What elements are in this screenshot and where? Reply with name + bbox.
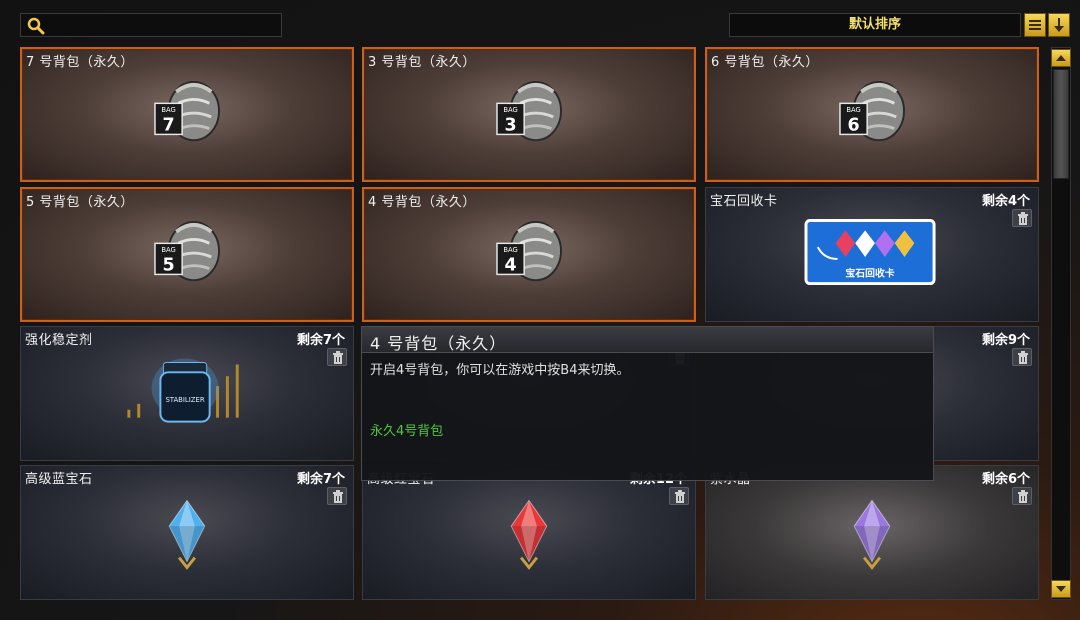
bag-number-label: 5 bbox=[162, 256, 174, 276]
item-count: 剩余9个 bbox=[981, 333, 1030, 348]
trash-icon bbox=[675, 490, 685, 503]
trash-icon bbox=[1018, 212, 1028, 225]
delete-button[interactable] bbox=[669, 487, 689, 505]
item-name: 7 号背包（永久） bbox=[26, 55, 134, 70]
scrollbar-thumb[interactable] bbox=[1053, 69, 1069, 179]
item-count: 剩余7个 bbox=[296, 333, 345, 348]
list-icon bbox=[1029, 20, 1041, 30]
item-name: 宝石回收卡 bbox=[710, 194, 778, 209]
sort-down-icon bbox=[1054, 18, 1064, 32]
item-tooltip: 4 号背包（永久） 开启4号背包，你可以在游戏中按B4来切换。 永久4号背包 bbox=[361, 326, 934, 481]
item-card[interactable]: BAG 6 6 号背包（永久） bbox=[705, 47, 1039, 182]
item-name: 6 号背包（永久） bbox=[711, 55, 819, 70]
item-count: 剩余7个 bbox=[296, 472, 345, 487]
trash-icon bbox=[1018, 490, 1028, 503]
sort-order-button[interactable] bbox=[1048, 13, 1070, 37]
item-name: 高级蓝宝石 bbox=[25, 472, 93, 487]
search-input[interactable] bbox=[20, 13, 282, 37]
trash-icon bbox=[1018, 351, 1028, 364]
delete-button[interactable] bbox=[327, 348, 347, 366]
delete-button[interactable] bbox=[327, 487, 347, 505]
tooltip-duration: 永久4号背包 bbox=[370, 424, 444, 439]
jar-label: STABILIZER bbox=[165, 396, 204, 404]
bag-number-label: 3 bbox=[504, 116, 516, 136]
item-card[interactable]: 高级红宝石剩余12个 bbox=[362, 465, 696, 600]
item-count: 剩余4个 bbox=[981, 194, 1030, 209]
svg-text:BAG: BAG bbox=[503, 246, 517, 254]
svg-text:BAG: BAG bbox=[161, 246, 175, 254]
item-card[interactable]: BAG 4 4 号背包（永久） bbox=[362, 187, 696, 322]
delete-button[interactable] bbox=[1012, 348, 1032, 366]
item-card[interactable]: BAG 5 5 号背包（永久） bbox=[20, 187, 354, 322]
bag-number-label: 4 bbox=[504, 256, 516, 276]
item-card[interactable]: 高级蓝宝石 剩余7个 bbox=[20, 465, 354, 600]
recycle-card-text: 宝石回收卡 bbox=[845, 267, 894, 280]
item-card[interactable]: 紫水晶剩余6个 bbox=[705, 465, 1039, 600]
trash-icon bbox=[333, 490, 343, 503]
item-name: 强化稳定剂 bbox=[25, 333, 93, 348]
item-count: 剩余6个 bbox=[981, 472, 1030, 487]
bag-number-label: 6 bbox=[847, 116, 859, 136]
item-name: 5 号背包（永久） bbox=[26, 195, 134, 210]
delete-button[interactable] bbox=[1012, 487, 1032, 505]
tooltip-title: 4 号背包（永久） bbox=[370, 334, 507, 353]
scroll-down-button[interactable] bbox=[1051, 580, 1071, 598]
item-card[interactable]: BAG 7 7 号背包（永久） bbox=[20, 47, 354, 182]
bag-number-label: 7 bbox=[162, 116, 174, 136]
item-name: 4 号背包（永久） bbox=[368, 195, 476, 210]
tooltip-description: 开启4号背包，你可以在游戏中按B4来切换。 bbox=[370, 363, 630, 378]
item-card[interactable]: 宝石回收卡 宝石回收卡 剩余4个 bbox=[705, 187, 1039, 322]
svg-text:BAG: BAG bbox=[503, 106, 517, 114]
scroll-up-button[interactable] bbox=[1051, 49, 1071, 67]
trash-icon bbox=[333, 351, 343, 364]
delete-button[interactable] bbox=[1012, 209, 1032, 227]
svg-text:BAG: BAG bbox=[161, 106, 175, 114]
item-card[interactable]: STABILIZER 强化稳定剂 剩余7个 bbox=[20, 326, 354, 461]
scroll-down-icon bbox=[1056, 586, 1066, 592]
item-name: 3 号背包（永久） bbox=[368, 55, 476, 70]
list-view-button[interactable] bbox=[1024, 13, 1046, 37]
tooltip-header: 4 号背包（永久） bbox=[362, 327, 933, 353]
search-icon bbox=[27, 17, 45, 35]
svg-text:BAG: BAG bbox=[846, 106, 860, 114]
item-card[interactable]: BAG 3 3 号背包（永久） bbox=[362, 47, 696, 182]
sort-dropdown[interactable]: 默认排序 bbox=[729, 13, 1021, 37]
scroll-up-icon bbox=[1056, 55, 1066, 61]
